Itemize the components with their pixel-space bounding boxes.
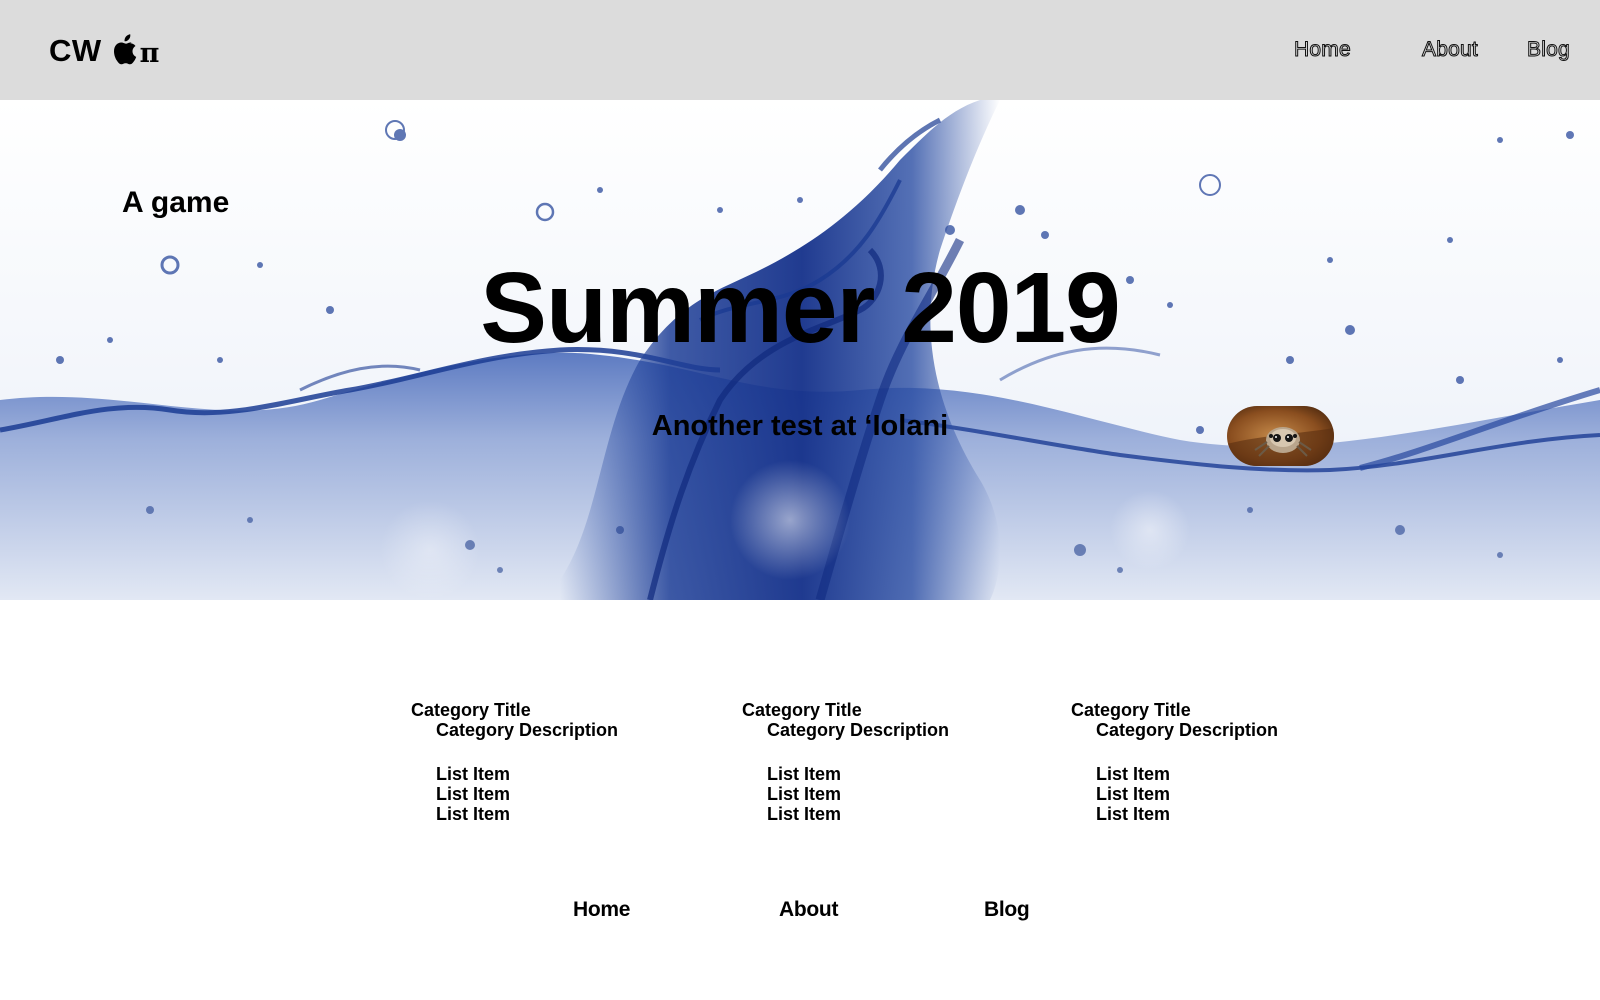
category-title: Category Title xyxy=(411,700,531,720)
list-item: List Item xyxy=(767,764,842,784)
category-description: Category Description xyxy=(436,720,619,740)
list-item: List Item xyxy=(1096,804,1171,824)
list-item: List Item xyxy=(436,784,511,804)
list-item: List Item xyxy=(1096,764,1171,784)
footer-link-about[interactable]: About xyxy=(779,898,838,922)
site-logo[interactable]: CW π xyxy=(49,33,160,69)
category-column-1: Category Title Category Description List… xyxy=(411,700,618,824)
list-item: List Item xyxy=(436,764,511,784)
logo-text: CW xyxy=(49,33,102,68)
list-item: List Item xyxy=(767,804,842,824)
category-list: List Item List Item List Item xyxy=(436,764,618,824)
list-item: List Item xyxy=(1096,784,1171,804)
category-title: Category Title xyxy=(1071,700,1191,720)
hero-subtitle: Another test at ‘Iolani xyxy=(651,410,949,442)
nav-link-blog[interactable]: Blog xyxy=(1527,38,1571,62)
category-title: Category Title xyxy=(742,700,862,720)
list-item: List Item xyxy=(767,784,842,804)
jumping-spider-photo xyxy=(1227,406,1334,466)
category-list: List Item List Item List Item xyxy=(1096,764,1278,824)
category-description: Category Description xyxy=(767,720,950,740)
hero-tagline: A game xyxy=(122,186,230,219)
logo-pi-symbol: π xyxy=(139,38,160,69)
footer-link-home[interactable]: Home xyxy=(573,898,630,922)
hero-banner: A game Summer 2019 Another test at ‘Iola… xyxy=(0,100,1600,600)
hero-title: Summer 2019 xyxy=(480,252,1120,364)
nav-link-home[interactable]: Home xyxy=(1294,38,1352,62)
category-column-2: Category Title Category Description List… xyxy=(742,700,949,824)
footer-link-blog[interactable]: Blog xyxy=(984,898,1030,922)
category-description: Category Description xyxy=(1096,720,1279,740)
apple-logo-icon xyxy=(111,33,139,65)
top-navigation-bar: CW π Home About Blog xyxy=(0,0,1600,100)
list-item: List Item xyxy=(436,804,511,824)
category-column-3: Category Title Category Description List… xyxy=(1071,700,1278,824)
nav-link-about[interactable]: About xyxy=(1422,38,1479,62)
category-list: List Item List Item List Item xyxy=(767,764,949,824)
spider-image-button[interactable] xyxy=(1227,406,1334,466)
